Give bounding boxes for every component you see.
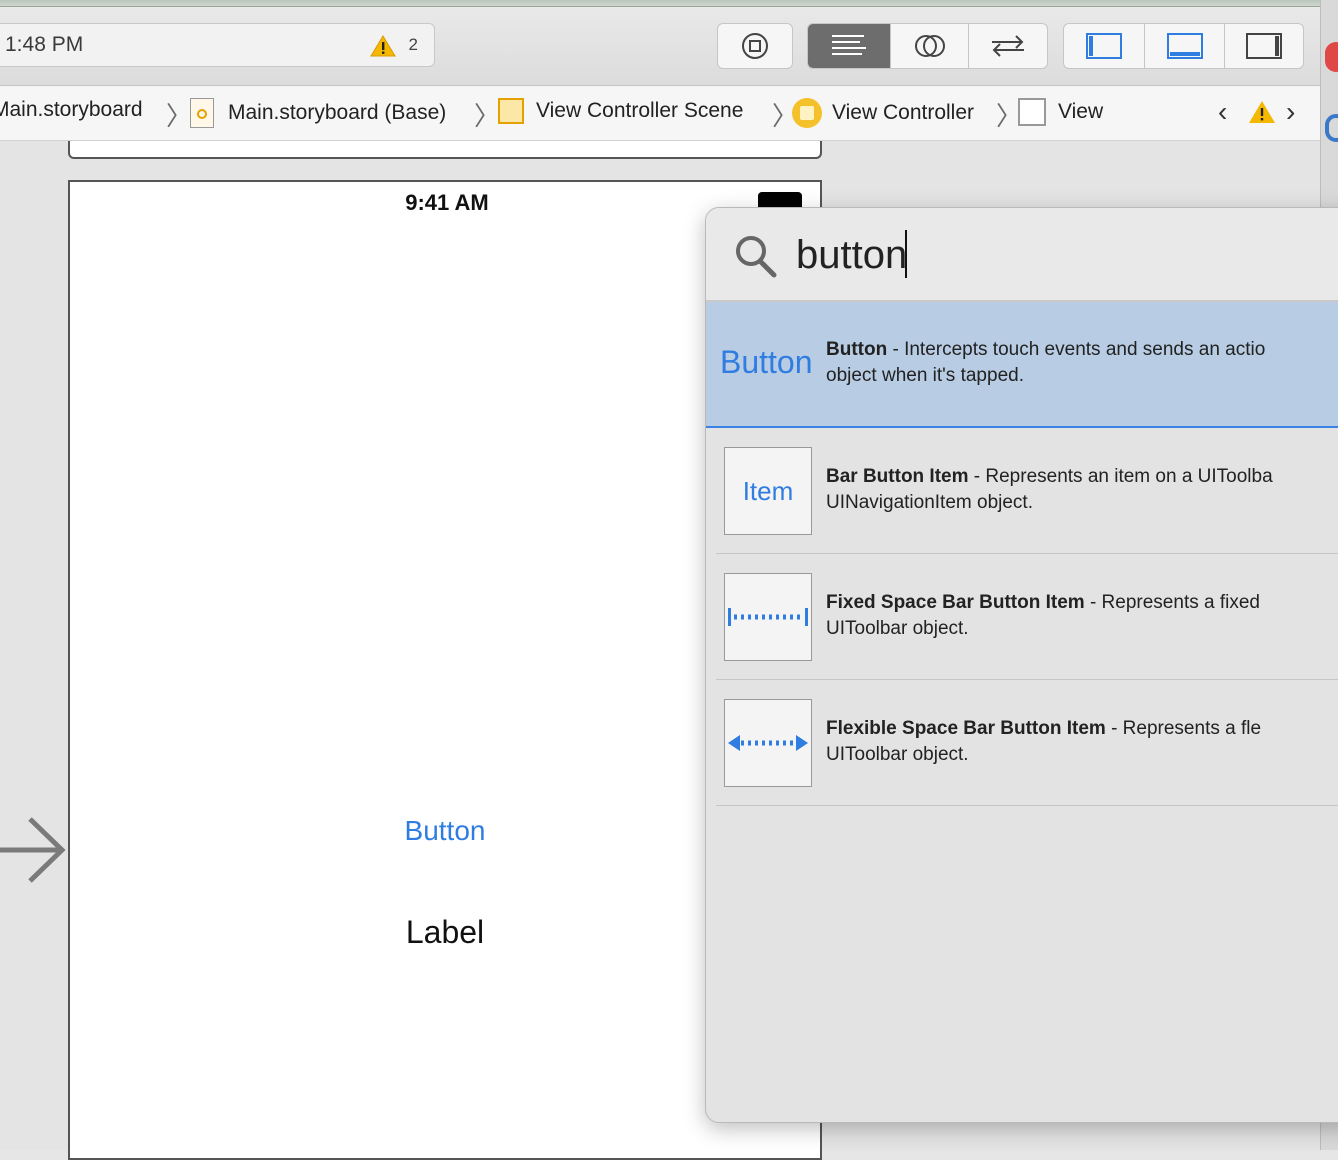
result-description: Fixed Space Bar Button Item - Represents… [826,590,1260,642]
navigator-toggle-button[interactable] [1064,24,1144,68]
activity-viewer[interactable]: 1:48 PM 2 [0,23,435,67]
breadcrumb-label: Main.storyboard [0,98,143,121]
bottom-panel-icon [1166,33,1203,59]
chevron-left-icon[interactable]: ‹ [1218,96,1227,128]
previous-scene-frame [68,141,822,159]
flexible-space-icon [728,735,808,751]
button-thumbnail: Button [720,344,813,380]
breadcrumb-label: Main.storyboard (Base) [228,101,447,124]
warning-icon[interactable] [1248,100,1276,129]
warning-count: 2 [408,35,418,54]
standard-editor-icon [832,35,866,55]
version-editor-button[interactable] [968,24,1047,68]
result-desc-line: - Represents a fle [1105,718,1262,739]
panel-toggle-segment [1063,23,1304,69]
result-desc-line: - Represents a fixed [1084,592,1260,613]
stop-icon [718,24,792,68]
fixed-space-icon [728,608,808,626]
library-search-bar [706,208,1338,302]
breadcrumb-item[interactable]: Main.storyboard [0,98,143,122]
breadcrumb-item[interactable]: View [1018,98,1103,126]
library-result-bar-button-item[interactable]: Item Bar Button Item - Represents an ite… [706,428,1338,554]
view-icon [1018,98,1046,126]
entry-point-arrow-icon[interactable] [0,815,70,890]
storyboard-file-icon [190,98,214,128]
circle-icon [1325,114,1338,142]
result-description: Flexible Space Bar Button Item - Represe… [826,716,1261,768]
standard-editor-button[interactable] [808,24,890,68]
toolbar: 1:48 PM 2 [0,7,1320,86]
debug-area-toggle-button[interactable] [1144,24,1224,68]
flexible-space-thumbnail [724,699,812,787]
stop-button[interactable] [717,23,793,69]
result-title: Bar Button Item [826,466,969,487]
editor-mode-segment [807,23,1048,69]
thumbnail-text: Item [742,475,794,506]
result-title: Flexible Space Bar Button Item [826,718,1106,739]
bar-button-item-thumbnail: Item [724,447,812,535]
library-search-input[interactable] [794,228,1338,282]
debug-badge-icon [1325,42,1338,72]
activity-status-text: 1:48 PM [5,33,84,56]
scene-icon [498,98,524,124]
chevron-right-icon[interactable]: › [1286,96,1295,128]
result-description: Button - Intercepts touch events and sen… [826,337,1265,389]
result-desc-line: object when it's tapped. [826,365,1024,386]
breadcrumb-item[interactable]: View Controller [792,98,974,128]
breadcrumb-label: View Controller [832,101,975,124]
fixed-space-thumbnail [724,573,812,661]
assistant-editor-icon [914,35,945,57]
separator [716,805,1338,806]
left-panel-icon [1086,33,1122,59]
text-caret [905,230,907,278]
result-desc-line: - Intercepts touch events and sends an a… [887,339,1266,360]
breadcrumb-label: View [1058,100,1104,123]
library-result-button[interactable]: Button Button - Intercepts touch events … [706,302,1338,428]
assistant-editor-button[interactable] [890,24,968,68]
result-title: Fixed Space Bar Button Item [826,592,1085,613]
breadcrumb-item[interactable]: Main.storyboard (Base) [190,98,446,128]
search-icon [734,234,778,283]
chevron-right-icon: 〉 [166,101,193,131]
breadcrumb-label: View Controller Scene [536,99,744,122]
library-result-flexible-space[interactable]: Flexible Space Bar Button Item - Represe… [706,680,1338,806]
version-editor-icon [992,35,1024,57]
result-desc-line: UINavigationItem object. [826,492,1033,513]
object-library-popover: Button Button - Intercepts touch events … [705,207,1338,1123]
library-result-fixed-space[interactable]: Fixed Space Bar Button Item - Represents… [706,554,1338,680]
result-description: Bar Button Item - Represents an item on … [826,464,1273,516]
result-title: Button [826,339,888,360]
jump-bar: Main.storyboard 〉 Main.storyboard (Base)… [0,86,1320,141]
view-controller-icon [792,98,822,128]
result-desc-line: UIToolbar object. [826,618,969,639]
chevron-right-icon: 〉 [474,101,501,131]
result-desc-line: UIToolbar object. [826,744,969,765]
breadcrumb-item[interactable]: View Controller Scene [498,98,743,124]
utilities-toggle-button[interactable] [1224,24,1303,68]
result-desc-line: - Represents an item on a UIToolba [968,466,1273,487]
right-panel-icon [1246,33,1282,59]
warning-icon[interactable] [370,34,396,63]
window-top-edge [0,0,1338,7]
